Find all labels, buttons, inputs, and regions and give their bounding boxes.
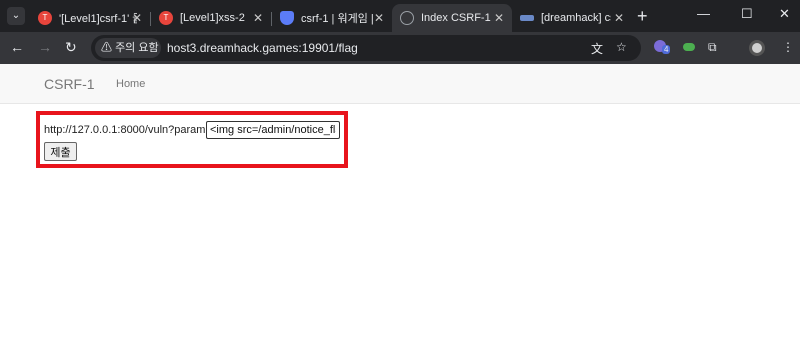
- submit-button[interactable]: 제출: [44, 142, 77, 161]
- address-bar[interactable]: ⚠ 주의 요함 host3.dreamhack.games:19901/flag…: [91, 35, 641, 61]
- tab-index-csrf1[interactable]: Index CSRF-1 ✕: [392, 4, 512, 32]
- tab-title: '[Level1]csrf-1' 글: [59, 13, 137, 25]
- tab-search-button[interactable]: ⌄: [7, 7, 25, 25]
- url-text[interactable]: host3.dreamhack.games:19901/flag: [167, 41, 358, 55]
- bookmark-star-icon[interactable]: ☆: [616, 40, 627, 54]
- url-param-label: http://127.0.0.1:8000/vuln?param=: [44, 124, 212, 136]
- tab-title: csrf-1 | 워게임 |: [301, 13, 374, 25]
- minimize-icon[interactable]: —: [697, 6, 710, 21]
- tistory-favicon-icon: T: [38, 11, 52, 25]
- globe-icon: [400, 11, 414, 25]
- nav-home-link[interactable]: Home: [116, 78, 145, 90]
- tab-close-icon[interactable]: ✕: [374, 11, 384, 25]
- extension-badge-icon[interactable]: 4: [654, 40, 671, 55]
- browser-chrome: ⌄ T '[Level1]csrf-1' 글 ✕ T [Level1]xss-2…: [0, 0, 800, 64]
- forward-arrow-icon[interactable]: →: [38, 39, 52, 55]
- tab-title: Index CSRF-1: [421, 12, 491, 24]
- tab-level1-csrf1-post[interactable]: T '[Level1]csrf-1' 글 ✕: [30, 4, 150, 32]
- tab-title: [dreamhack] csrf: [541, 12, 611, 24]
- maximize-icon[interactable]: ☐: [741, 6, 753, 22]
- extension-colorful-icon[interactable]: [683, 40, 695, 54]
- profile-avatar[interactable]: [749, 40, 765, 59]
- close-window-icon[interactable]: ✕: [779, 6, 790, 22]
- warning-triangle-icon: ⚠: [101, 42, 112, 54]
- extensions-puzzle-icon[interactable]: ⧉: [708, 40, 717, 55]
- tab-strip: ⌄ T '[Level1]csrf-1' 글 ✕ T [Level1]xss-2…: [0, 0, 800, 32]
- param-input[interactable]: [206, 121, 340, 139]
- site-navbar: CSRF-1 Home: [0, 64, 800, 104]
- red-highlight-box: [36, 111, 348, 168]
- reload-icon[interactable]: ↻: [65, 39, 77, 56]
- extension-badge-count: 4: [662, 45, 671, 54]
- tab-title: [Level1]xss-2: [180, 12, 245, 24]
- back-arrow-icon[interactable]: ←: [10, 39, 24, 55]
- tistory-favicon-icon: T: [159, 11, 173, 25]
- blog-favicon-icon: [520, 15, 534, 21]
- security-warning-chip[interactable]: ⚠ 주의 요함: [95, 38, 161, 58]
- more-menu-icon[interactable]: ⋮: [782, 40, 794, 54]
- tab-close-icon[interactable]: ✕: [494, 11, 504, 25]
- tab-dreamhack-csrf[interactable]: [dreamhack] csrf ✕: [512, 4, 632, 32]
- new-tab-icon[interactable]: +: [637, 6, 648, 27]
- tab-close-icon[interactable]: ✕: [253, 11, 263, 25]
- translate-icon[interactable]: 文: [591, 40, 603, 57]
- page-content: CSRF-1 Home http://127.0.0.1:8000/vuln?p…: [0, 64, 800, 350]
- site-brand[interactable]: CSRF-1: [44, 76, 95, 92]
- dreamhack-shield-icon: [280, 11, 294, 25]
- security-chip-label: 주의 요함: [115, 42, 159, 54]
- tab-level1-xss2[interactable]: T [Level1]xss-2 ✕: [151, 4, 271, 32]
- browser-toolbar: ← → ↻ ⚠ 주의 요함 host3.dreamhack.games:1990…: [0, 32, 800, 64]
- tab-close-icon[interactable]: ✕: [132, 11, 142, 25]
- tab-close-icon[interactable]: ✕: [614, 11, 624, 25]
- tab-csrf1-wargame[interactable]: csrf-1 | 워게임 | ✕: [272, 4, 392, 32]
